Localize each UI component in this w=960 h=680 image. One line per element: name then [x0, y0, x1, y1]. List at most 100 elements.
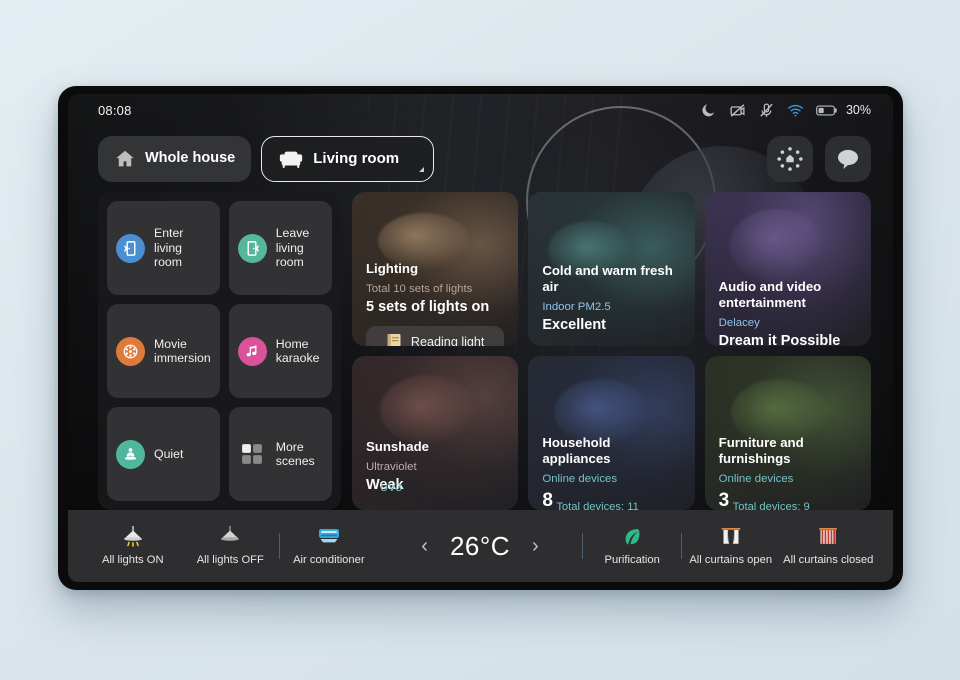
status-bar: 08:08 30%: [68, 94, 893, 126]
air-conditioner-button[interactable]: Air conditioner: [280, 510, 378, 582]
tool-label: All curtains closed: [783, 554, 874, 566]
lamp-on-icon: [120, 526, 146, 548]
scene-label: Home karaoke: [275, 336, 320, 366]
film-reel-icon: [116, 336, 145, 366]
resize-corner-icon: [419, 167, 425, 172]
scene-quiet[interactable]: Quiet: [107, 407, 220, 501]
card-subtitle: Online devices: [542, 473, 618, 486]
header: Whole house Living room: [98, 134, 871, 184]
card-value: Excellent: [542, 317, 606, 334]
all-lights-on-button[interactable]: All lights ON: [84, 510, 182, 582]
speech-bubble-icon: [838, 149, 858, 169]
card-value: 5 sets of lights on: [366, 299, 490, 316]
whole-house-tab[interactable]: Whole house: [98, 136, 252, 182]
lamp-off-icon: [217, 526, 243, 548]
bottom-toolbar: All lights ON All lights OFF Air conditi…: [68, 510, 893, 582]
card-subtitle: Online devices: [718, 473, 794, 486]
scene-more-scenes[interactable]: More scenes: [228, 407, 332, 501]
leaf-icon: [621, 526, 643, 548]
card-furniture-furnishings[interactable]: Furniture and furnishings Online devices…: [704, 356, 871, 510]
toolbar-divider: [680, 533, 682, 559]
scene-label: Quiet: [154, 446, 184, 461]
temperature-decrease-button[interactable]: ‹: [417, 536, 432, 556]
all-curtains-open-button[interactable]: All curtains open: [682, 510, 780, 582]
curtains-closed-icon: [817, 526, 839, 548]
all-curtains-closed-button[interactable]: All curtains closed: [779, 510, 877, 582]
door-leave-icon: [237, 233, 267, 263]
card-title: Lighting: [366, 261, 418, 276]
media-artist: Delacey: [718, 317, 760, 330]
tool-label: All curtains open: [689, 554, 773, 566]
screen: 08:08 30% Whole house Living room Enter …: [68, 94, 893, 582]
toolbar-divider: [582, 533, 584, 559]
card-subtitle: Total 10 sets of lights: [366, 283, 473, 296]
smart-hub-button[interactable]: [767, 136, 813, 182]
card-sunshade[interactable]: Sunshade Ultraviolet Weak UV3: [352, 356, 519, 510]
door-enter-icon: [116, 233, 145, 263]
card-subtitle: Indoor PM2.5: [542, 301, 611, 314]
card-household-appliances[interactable]: Household appliances Online devices 8 To…: [528, 356, 695, 510]
status-icon-group: 30%: [700, 102, 871, 119]
scene-label: Enter living room: [154, 226, 184, 270]
card-decoration: [728, 209, 825, 283]
card-lighting[interactable]: Lighting Total 10 sets of lights 5 sets …: [352, 192, 519, 346]
smart-home-hub-icon: [777, 147, 803, 171]
battery-percent: 30%: [845, 103, 871, 117]
card-title: Furniture and furnishings: [718, 435, 804, 467]
meditation-icon: [116, 439, 145, 469]
mic-off-icon: [760, 102, 773, 117]
card-footer: Total devices: 9: [732, 501, 810, 510]
reading-light-label: Reading light: [410, 335, 485, 346]
air-conditioner-icon: [316, 526, 342, 548]
music-note-icon: [237, 336, 267, 366]
scene-label: Leave living room: [275, 226, 310, 270]
card-subtitle: Ultraviolet: [366, 461, 417, 474]
scene-label: More scenes: [275, 439, 315, 469]
temperature-stepper: ‹ 26°C ›: [378, 531, 583, 562]
scene-movie-immersion[interactable]: Movie immersion: [107, 304, 220, 398]
card-title: Audio and video entertainment: [718, 279, 822, 311]
curtains-open-icon: [720, 526, 742, 548]
cards-grid: Lighting Total 10 sets of lights 5 sets …: [352, 192, 871, 510]
toolbar-divider: [279, 533, 281, 559]
card-footer: UV3: [380, 482, 402, 495]
wifi-icon: [788, 104, 803, 117]
smart-panel-device: 08:08 30% Whole house Living room Enter …: [58, 86, 903, 590]
battery-icon: [816, 105, 837, 115]
card-fresh-air[interactable]: Cold and warm fresh air Indoor PM2.5 Exc…: [528, 192, 695, 346]
clock: 08:08: [98, 102, 132, 118]
scene-enter-living-room[interactable]: Enter living room: [107, 201, 220, 295]
reading-light-button[interactable]: Reading light: [366, 326, 505, 346]
media-track: Dream it Possible: [718, 333, 841, 346]
grid-four-icon: [238, 440, 267, 469]
whole-house-label: Whole house: [145, 150, 236, 167]
card-title: Household appliances: [542, 435, 611, 467]
main-content: Enter living room Leave living room Movi…: [98, 192, 871, 510]
scene-leave-living-room[interactable]: Leave living room: [228, 201, 332, 295]
scene-home-karaoke[interactable]: Home karaoke: [228, 304, 332, 398]
header-actions: [767, 136, 871, 182]
moon-icon: [702, 103, 715, 116]
all-lights-off-button[interactable]: All lights OFF: [182, 510, 280, 582]
tool-label: All lights ON: [101, 554, 164, 566]
card-footer: Total devices: 11: [556, 501, 639, 510]
sofa-icon: [280, 151, 303, 168]
temperature-value: 26°C: [449, 530, 511, 561]
home-icon: [116, 150, 134, 167]
card-audio-video[interactable]: Audio and video entertainment Delacey Dr…: [704, 192, 871, 346]
temperature-increase-button[interactable]: ›: [528, 536, 543, 556]
book-icon: [387, 334, 401, 346]
tool-label: Air conditioner: [293, 554, 365, 566]
purification-button[interactable]: Purification: [583, 510, 681, 582]
scenes-panel: Enter living room Leave living room Movi…: [98, 192, 341, 510]
scene-label: Movie immersion: [154, 336, 211, 366]
camera-off-icon: [730, 103, 745, 117]
tool-label: All lights OFF: [196, 554, 264, 566]
room-tab-living-room[interactable]: Living room: [261, 136, 435, 182]
tool-label: Purification: [604, 554, 660, 566]
chat-button[interactable]: [825, 136, 871, 182]
room-tab-label: Living room: [313, 149, 400, 167]
card-title: Sunshade: [366, 439, 430, 454]
card-decoration: [380, 375, 476, 445]
card-title: Cold and warm fresh air: [542, 263, 673, 295]
